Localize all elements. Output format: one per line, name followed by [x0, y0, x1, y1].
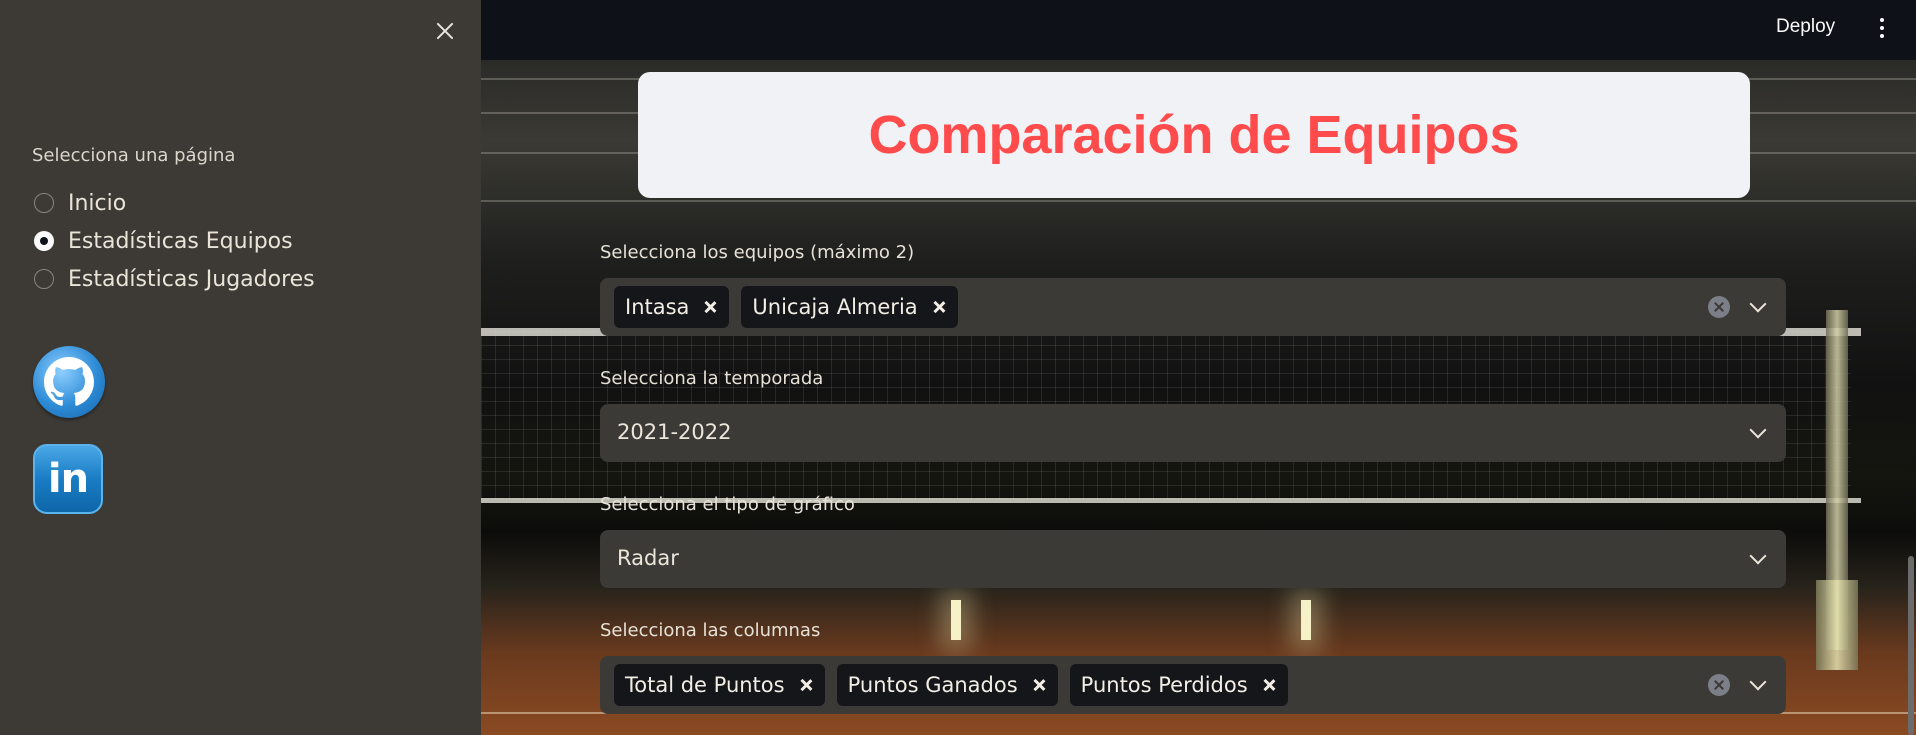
- chip-label: Intasa: [625, 295, 690, 319]
- remove-chip-icon[interactable]: [1262, 678, 1276, 692]
- radio-option-label: Inicio: [68, 190, 127, 216]
- close-sidebar-icon[interactable]: [432, 18, 458, 44]
- chip-label: Puntos Perdidos: [1080, 673, 1248, 697]
- chip-column-total-puntos: Total de Puntos: [614, 664, 825, 706]
- sidebar: Selecciona una página Inicio Estadística…: [0, 0, 481, 735]
- deploy-button[interactable]: Deploy: [1776, 16, 1835, 38]
- remove-chip-icon[interactable]: [1032, 678, 1046, 692]
- columns-select-label: Selecciona las columnas: [600, 620, 821, 641]
- chip-label: Unicaja Almeria: [752, 295, 918, 319]
- app-header: [481, 0, 1916, 60]
- chip-column-puntos-ganados: Puntos Ganados: [836, 664, 1058, 706]
- radio-option-label: Estadísticas Equipos: [68, 228, 293, 254]
- scrollbar[interactable]: [1908, 556, 1914, 735]
- radio-unchecked-icon[interactable]: [34, 193, 54, 213]
- page-radio-group: Inicio Estadísticas Equipos Estadísticas…: [34, 184, 315, 298]
- chart-type-select[interactable]: Radar: [600, 530, 1786, 588]
- chart-type-value: Radar: [617, 546, 679, 570]
- remove-chip-icon[interactable]: [799, 678, 813, 692]
- linkedin-logo-text: in: [47, 456, 89, 502]
- chip-team-unicaja-almeria: Unicaja Almeria: [741, 286, 958, 328]
- page-selector-label: Selecciona una página: [32, 145, 236, 166]
- main-menu-icon[interactable]: [1878, 18, 1886, 42]
- season-select[interactable]: 2021-2022: [600, 404, 1786, 462]
- season-select-label: Selecciona la temporada: [600, 368, 824, 389]
- clear-all-icon[interactable]: [1708, 674, 1730, 696]
- clear-all-icon[interactable]: [1708, 296, 1730, 318]
- radio-option-label: Estadísticas Jugadores: [68, 266, 315, 292]
- radio-unchecked-icon[interactable]: [34, 269, 54, 289]
- title-card: Comparación de Equipos: [638, 72, 1750, 198]
- chevron-down-icon[interactable]: [1749, 547, 1767, 565]
- teams-select-label: Selecciona los equipos (máximo 2): [600, 242, 915, 263]
- chip-label: Puntos Ganados: [847, 673, 1018, 697]
- chevron-down-icon[interactable]: [1749, 673, 1767, 691]
- linkedin-icon[interactable]: in: [33, 444, 103, 514]
- columns-multiselect[interactable]: Total de Puntos Puntos Ganados Puntos Pe…: [600, 656, 1786, 714]
- chevron-down-icon[interactable]: [1749, 421, 1767, 439]
- page-title: Comparación de Equipos: [868, 105, 1520, 165]
- chip-team-intasa: Intasa: [614, 286, 730, 328]
- chip-label: Total de Puntos: [625, 673, 785, 697]
- github-icon[interactable]: [33, 346, 105, 418]
- radio-option-estadisticas-equipos[interactable]: Estadísticas Equipos: [34, 222, 315, 260]
- remove-chip-icon[interactable]: [703, 300, 717, 314]
- chip-column-puntos-perdidos: Puntos Perdidos: [1069, 664, 1288, 706]
- radio-option-inicio[interactable]: Inicio: [34, 184, 315, 222]
- github-logo-glyph: [44, 357, 94, 406]
- radio-checked-icon[interactable]: [34, 231, 54, 251]
- chevron-down-icon[interactable]: [1749, 295, 1767, 313]
- teams-chips: Intasa Unicaja Almeria: [614, 286, 958, 328]
- columns-chips: Total de Puntos Puntos Ganados Puntos Pe…: [614, 664, 1288, 706]
- chart-type-select-label: Selecciona el tipo de gráfico: [600, 494, 855, 515]
- season-value: 2021-2022: [617, 420, 732, 444]
- remove-chip-icon[interactable]: [932, 300, 946, 314]
- radio-option-estadisticas-jugadores[interactable]: Estadísticas Jugadores: [34, 260, 315, 298]
- teams-multiselect[interactable]: Intasa Unicaja Almeria: [600, 278, 1786, 336]
